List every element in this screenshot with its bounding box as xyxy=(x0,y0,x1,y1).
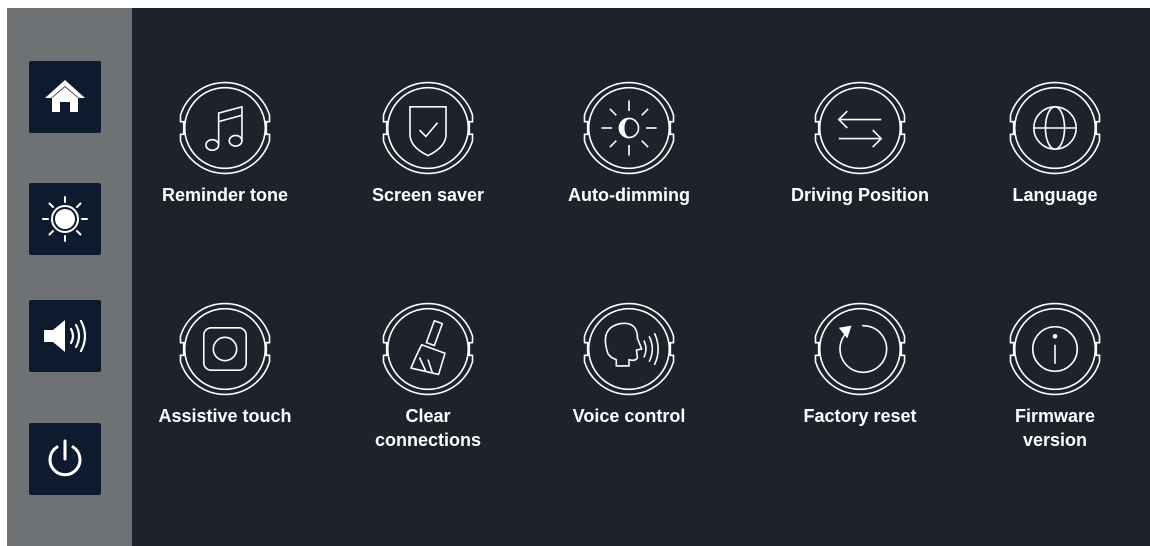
info-icon xyxy=(1002,296,1108,402)
shield-check-icon xyxy=(375,75,481,181)
settings-screen: Reminder tone Screen saver Auto-dimming … xyxy=(7,8,1150,546)
power-icon xyxy=(48,439,82,477)
setting-label: Language xyxy=(1012,185,1098,205)
brightness-button[interactable] xyxy=(29,183,101,255)
brightness-icon xyxy=(42,196,88,242)
globe-icon xyxy=(1002,75,1108,181)
music-note-icon xyxy=(172,75,278,181)
setting-reminder-tone[interactable]: Reminder tone xyxy=(140,75,310,207)
setting-label: Driving Position xyxy=(790,185,929,205)
power-button[interactable] xyxy=(29,423,101,495)
setting-label: Auto-dimming xyxy=(568,185,690,205)
assistive-touch-icon xyxy=(172,296,278,402)
setting-label: Reminder tone xyxy=(161,185,289,205)
swap-arrows-icon xyxy=(807,75,913,181)
setting-clear-connections[interactable]: Clear connections xyxy=(343,296,513,452)
reset-icon xyxy=(807,296,913,402)
setting-label: Factory reset xyxy=(803,406,917,426)
broom-icon xyxy=(375,296,481,402)
setting-voice-control[interactable]: Voice control xyxy=(544,296,714,428)
setting-label: Screen saver xyxy=(371,185,485,205)
setting-auto-dimming[interactable]: Auto-dimming xyxy=(544,75,714,207)
setting-factory-reset[interactable]: Factory reset xyxy=(775,296,945,428)
setting-label: Assistive touch xyxy=(158,406,292,426)
home-icon xyxy=(45,80,85,112)
setting-label: Firmware version xyxy=(1014,406,1096,450)
home-button[interactable] xyxy=(29,61,101,133)
setting-label: Voice control xyxy=(572,406,686,426)
setting-firmware-version[interactable]: Firmware version xyxy=(970,296,1140,452)
volume-button[interactable] xyxy=(29,300,101,372)
setting-driving-position[interactable]: Driving Position xyxy=(775,75,945,207)
volume-icon xyxy=(44,319,87,353)
setting-assistive-touch[interactable]: Assistive touch xyxy=(140,296,310,428)
voice-icon xyxy=(576,296,682,402)
setting-language[interactable]: Language xyxy=(970,75,1140,207)
auto-dimming-icon xyxy=(576,75,682,181)
setting-label: Clear connections xyxy=(374,406,481,450)
setting-screen-saver[interactable]: Screen saver xyxy=(343,75,513,207)
sidebar xyxy=(7,8,132,546)
